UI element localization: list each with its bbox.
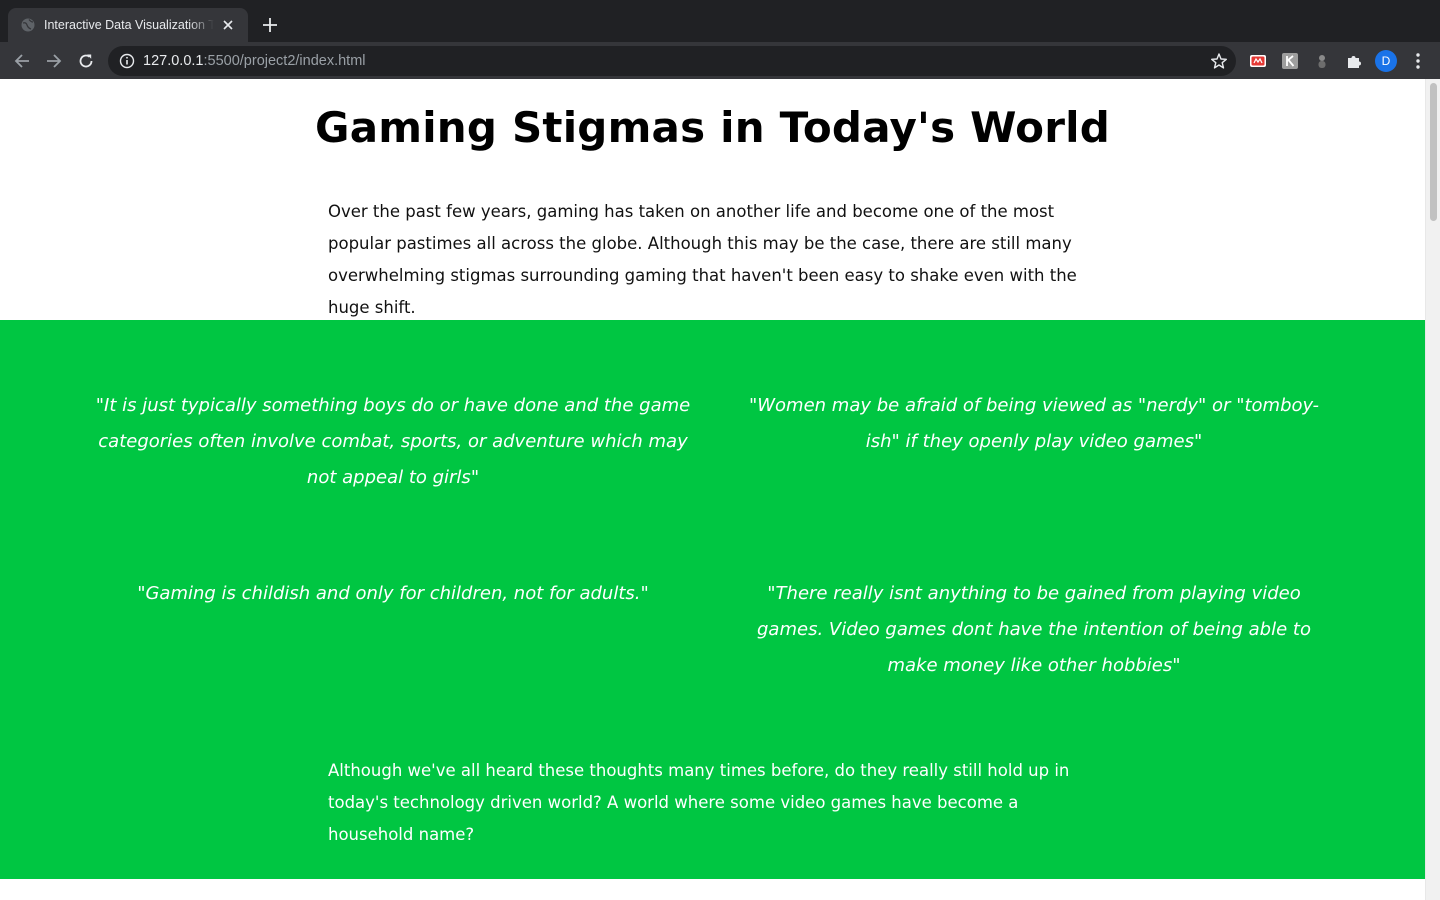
info-icon[interactable] [119, 53, 135, 69]
stigma-quotes-section: "It is just typically something boys do … [0, 320, 1425, 879]
globe-icon [20, 17, 36, 33]
back-arrow-icon [14, 54, 29, 68]
page-viewport: Gaming Stigmas in Today's World Over the… [0, 79, 1425, 900]
more-vertical-icon[interactable] [1408, 49, 1428, 73]
close-icon[interactable] [220, 17, 236, 33]
new-tab-button[interactable] [258, 13, 282, 37]
browser-toolbar: 127.0.0.1:5500/project2/index.html D [0, 42, 1440, 79]
page-title: Gaming Stigmas in Today's World [315, 103, 1110, 152]
scrollbar-thumb[interactable] [1430, 83, 1437, 221]
forward-arrow-icon [47, 54, 62, 68]
browser-tab[interactable]: Interactive Data Visualization T [8, 8, 248, 42]
forward-button[interactable] [40, 47, 68, 75]
star-icon[interactable] [1210, 52, 1228, 70]
page-scrollbar[interactable] [1425, 79, 1440, 900]
back-button[interactable] [8, 47, 36, 75]
tab-strip: Interactive Data Visualization T [0, 0, 1440, 42]
address-bar[interactable]: 127.0.0.1:5500/project2/index.html [108, 46, 1236, 76]
url-host: 127.0.0.1 [143, 53, 204, 69]
red-extension-icon[interactable] [1248, 51, 1268, 71]
k-extension-icon[interactable] [1280, 51, 1300, 71]
stigma-quote: "Gaming is childish and only for childre… [137, 583, 649, 604]
url-text: 127.0.0.1:5500/project2/index.html [143, 53, 366, 69]
reload-icon [79, 54, 93, 68]
gray-extension-icon[interactable] [1312, 51, 1332, 71]
stigma-quote: "It is just typically something boys do … [95, 395, 691, 488]
intro-paragraph: Over the past few years, gaming has take… [328, 202, 1077, 317]
plus-icon [263, 18, 277, 32]
puzzle-icon[interactable] [1344, 51, 1364, 71]
tab-title: Interactive Data Visualization T [44, 18, 214, 32]
reload-button[interactable] [72, 47, 100, 75]
profile-avatar[interactable]: D [1375, 50, 1397, 72]
stigma-quote: "There really isnt anything to be gained… [757, 583, 1311, 676]
stigma-quote: "Women may be afraid of being viewed as … [748, 395, 1320, 452]
url-path: :5500/project2/index.html [203, 53, 366, 69]
outro-paragraph: Although we've all heard these thoughts … [328, 761, 1070, 844]
